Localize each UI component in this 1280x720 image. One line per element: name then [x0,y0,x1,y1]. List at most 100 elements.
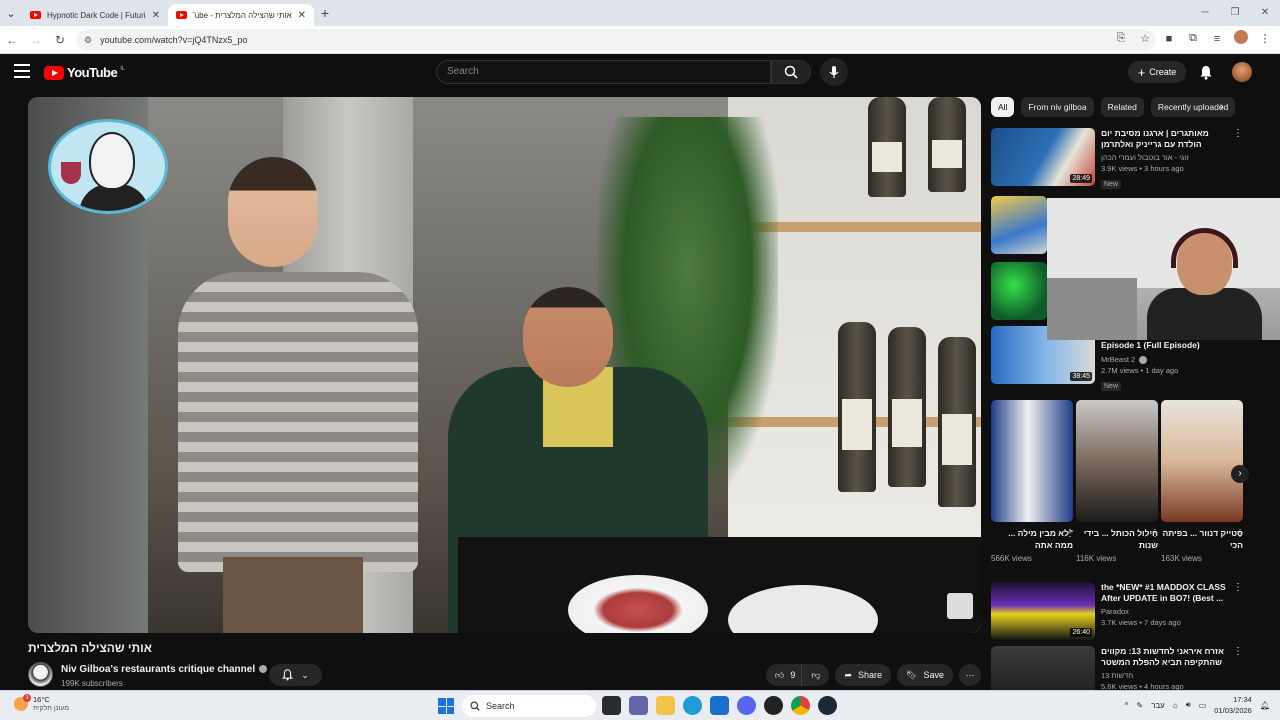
browser-tab-1[interactable]: Hypnotic Dark Code | Futuristic ✕ [22,4,168,26]
short-title: סטייק דנוור ... בפיתה הכי [1162,528,1243,550]
discord-icon[interactable] [737,696,756,715]
store-icon[interactable] [710,696,729,715]
thumbs-down-icon: 👎︎ [811,669,821,680]
more-vertical-icon[interactable]: ⋮ [1235,528,1245,539]
browser-tab-2[interactable]: אותי שהצילה המלצרית - YouTube ✕ [168,4,314,26]
reload-icon[interactable]: ↻ [48,33,72,47]
more-vertical-icon[interactable]: ⋮ [1233,646,1243,657]
video-player[interactable] [28,97,981,633]
teams-icon[interactable] [629,696,648,715]
search-button[interactable] [771,60,811,84]
channel-watermark-logo [48,119,168,214]
chrome-icon[interactable] [791,696,810,715]
youtube-logo[interactable]: YouTube IL [44,65,125,80]
recommendation-item[interactable]: אזרח איראני לחדשות 13: מקווים שהתקיפה תב… [991,646,1247,690]
network-icon[interactable]: ⌂ [1173,701,1178,710]
like-button[interactable]: 👍︎ 9 [765,664,802,686]
channel-name-link[interactable]: Niv Gilboa's restaurants critique channe… [61,664,268,675]
clock[interactable]: 17:34 01/03/2026 [1214,694,1252,716]
more-vertical-icon[interactable]: ⋮ [1233,128,1243,139]
chip-related[interactable]: Related [1100,97,1144,117]
site-info-icon[interactable]: ⚙ [84,35,92,46]
more-vertical-icon[interactable]: ⋮ [1233,582,1243,593]
extensions-puzzle-icon[interactable]: ⧉ [1184,32,1202,45]
volume-icon[interactable]: 🔊︎ [1186,700,1191,710]
duration-badge: 26:40 [1070,628,1092,637]
windows-start-icon[interactable] [438,698,454,714]
short-item[interactable]: סטייק דנוור ... בפיתה הכי 163K views ⋮ [1161,400,1245,563]
short-item[interactable]: "לא מבין מילה ... ממה אתה 566K views ⋮ [991,400,1075,563]
chevron-right-icon[interactable]: › [1231,465,1249,483]
task-view-icon[interactable] [602,696,621,715]
language-indicator[interactable]: עבר [1151,701,1165,710]
guide-menu-icon[interactable] [14,64,30,78]
picture-in-picture-overlay[interactable] [1047,198,1280,340]
install-app-icon[interactable]: ⎘ [1112,32,1130,45]
url-input[interactable]: ⚙ youtube.com/watch?v=jQ4TNzx5_po [76,29,1156,51]
video-thumbnail[interactable] [991,262,1047,320]
more-actions-button[interactable]: ⋯ [959,664,981,686]
chip-all[interactable]: All [991,97,1015,117]
more-vertical-icon[interactable]: ⋮ [1065,528,1075,539]
new-badge: New [1101,382,1122,392]
short-thumbnail[interactable] [1161,400,1243,522]
profile-avatar[interactable] [1232,30,1250,47]
share-arrow-icon: ➦ [844,669,853,680]
short-thumbnail[interactable] [991,400,1073,522]
recommendation-item[interactable]: 28:49 מאותגרים | ארגנו מסיבת יום הולדת ע… [991,128,1247,194]
pen-icon[interactable]: ✎ [1136,701,1143,710]
browser-menu-icon[interactable]: ⋮ [1256,32,1274,45]
more-vertical-icon[interactable]: ⋮ [1150,528,1160,539]
voice-search-button[interactable] [820,58,848,86]
search-icon [470,701,480,711]
video-scene-bottle [888,327,926,487]
new-tab-button[interactable]: + [314,5,336,21]
chip-from-channel[interactable]: From niv gilboa [1021,97,1094,117]
save-button[interactable]: 🔖︎ Save [897,664,953,686]
video-thumbnail[interactable]: 26:40 [991,582,1095,640]
subscriber-count: 199K subscribers [61,679,123,688]
search-input[interactable]: Search [436,60,771,84]
bookmark-star-icon[interactable]: ☆ [1136,32,1154,45]
chevron-right-icon[interactable]: › [1220,101,1224,113]
app-icon[interactable] [764,696,783,715]
weather-widget[interactable]: 3 16°C מעונן חלקית [14,694,70,713]
steam-icon[interactable] [818,696,837,715]
recommendation-item[interactable]: 26:40 the *NEW* #1 MADDOX CLASS After UP… [991,582,1247,640]
tab-close-icon[interactable]: ✕ [152,10,160,21]
chevron-up-icon[interactable]: ^ [1125,701,1129,710]
channel-branding-watermark[interactable] [947,593,973,619]
video-thumbnail[interactable] [991,196,1047,254]
back-icon[interactable]: ← [0,33,24,47]
edge-icon[interactable] [683,696,702,715]
share-button[interactable]: ➦ Share [835,664,892,686]
shorts-shelf: "לא מבין מילה ... ממה אתה 566K views ⋮ ח… [991,400,1247,572]
duration-badge: 28:49 [1070,174,1092,183]
battery-icon[interactable]: ▭ [1199,701,1207,710]
dislike-button[interactable]: 👎︎ [801,664,830,686]
close-window-icon[interactable]: ✕ [1250,0,1280,26]
short-thumbnail[interactable] [1076,400,1158,522]
short-title: "לא מבין מילה ... ממה אתה [1008,528,1073,550]
notification-bell-icon[interactable]: 🔔︎ [1260,701,1270,710]
subscription-notification-button[interactable]: ⌄ [269,664,322,686]
channel-avatar[interactable] [28,662,53,687]
create-button[interactable]: + Create [1128,61,1186,83]
minimize-icon[interactable]: ─ [1190,0,1220,26]
media-control-icon[interactable]: ≡ [1208,33,1226,45]
tab-close-icon[interactable]: ✕ [298,10,306,21]
account-avatar[interactable] [1232,62,1252,82]
video-thumbnail[interactable] [991,646,1095,690]
video-thumbnail[interactable]: 28:49 [991,128,1095,186]
short-item[interactable]: חילול הכותל ... בידי שנות 116K views ⋮ [1076,400,1160,563]
clock-date: 01/03/2026 [1214,706,1252,715]
weather-description: מעונן חלקית [33,705,70,712]
extension-icon[interactable]: ■ [1160,33,1178,45]
verified-badge-icon [1139,356,1148,365]
taskbar-search-box[interactable]: Search [462,695,596,717]
forward-icon[interactable]: → [24,33,48,47]
file-explorer-icon[interactable] [656,696,675,715]
notifications-button[interactable] [1196,62,1216,82]
maximize-icon[interactable]: ❐ [1220,0,1250,26]
tab-search-icon[interactable]: ⌄ [0,0,22,26]
